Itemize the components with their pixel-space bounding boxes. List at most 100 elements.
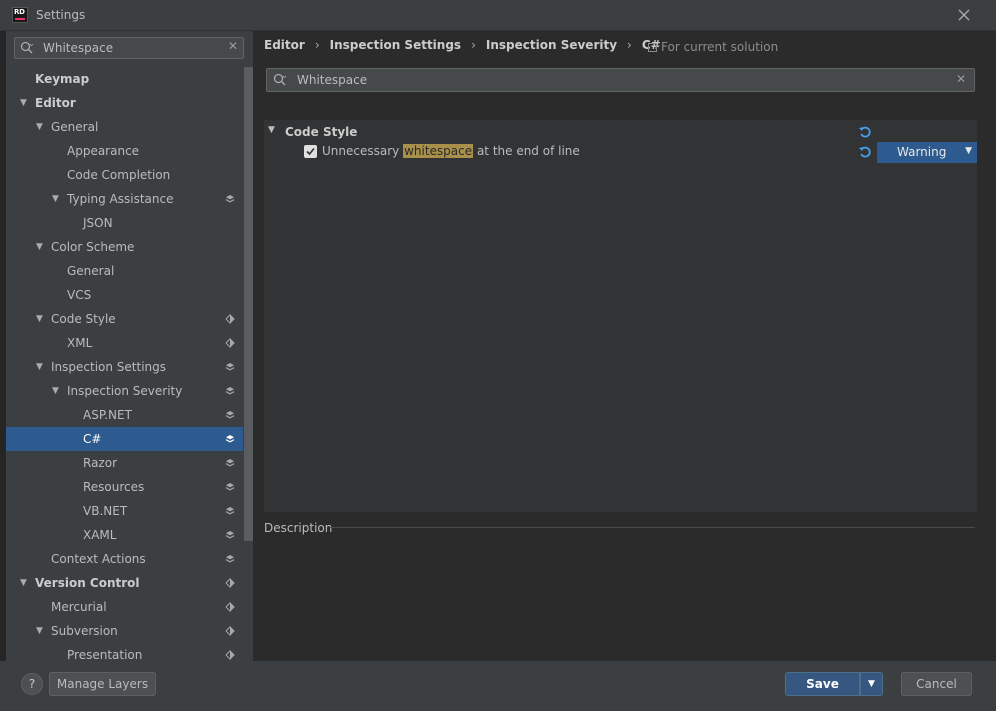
sidebar-item-label: Version Control [35,576,140,590]
sidebar-item-label: XAML [83,528,117,542]
layer-icon [225,531,235,539]
checkmark-icon [306,147,315,156]
layer-icon [225,483,235,491]
sidebar-item[interactable]: JSON [6,211,243,235]
sidebar-item-label: VB.NET [83,504,128,518]
inspection-group-row[interactable]: ▼ Code Style [264,122,977,142]
sidebar-item[interactable]: Appearance [6,139,243,163]
expand-arrow-icon[interactable]: ▼ [36,355,48,379]
expand-arrow-icon[interactable]: ▼ [36,115,48,139]
chevron-right-icon: › [471,38,476,52]
search-icon [273,73,287,86]
sidebar-item-label: Resources [83,480,145,494]
sidebar-item[interactable]: Code Completion [6,163,243,187]
breadcrumb-item[interactable]: Inspection Severity [486,38,617,52]
chevron-down-icon: ▼ [868,679,875,689]
layer-icon [225,459,235,467]
sidebar-item[interactable]: Resources [6,475,243,499]
sidebar-item[interactable]: ▼ Editor [6,91,243,115]
sidebar-item-label: General [51,120,99,134]
sidebar-item[interactable]: ▼ Subversion [6,619,243,643]
sidebar-item-label: General [67,264,115,278]
layer-icon [225,602,235,612]
inspection-search[interactable]: ✕ [266,68,975,92]
sidebar-item[interactable]: Keymap [6,67,243,91]
layer-icon [225,555,235,563]
sidebar-item[interactable]: ▼ Code Style [6,307,243,331]
sidebar-item[interactable]: ▼ Inspection Settings [6,355,243,379]
save-button[interactable]: Save [785,672,860,696]
sidebar-item[interactable]: ▼ Version Control [6,571,243,595]
inspection-checkbox[interactable] [304,145,317,158]
layer-icon [225,507,235,515]
sidebar-item-label: XML [67,336,93,350]
sidebar-item[interactable]: ▼ Typing Assistance [6,187,243,211]
expand-arrow-icon[interactable]: ▼ [20,571,32,595]
description-divider [330,527,975,528]
sidebar-item[interactable]: VB.NET [6,499,243,523]
manage-layers-button[interactable]: Manage Layers [49,672,156,696]
inspection-prefix: Unnecessary [322,144,404,158]
expand-arrow-icon[interactable]: ▼ [36,307,48,331]
sidebar-item[interactable]: C# [6,427,243,451]
cancel-button[interactable]: Cancel [901,672,972,696]
sidebar-item-label: Editor [35,96,76,110]
for-current-solution: For current solution [648,40,778,54]
reset-icon[interactable] [858,125,872,139]
sidebar-item[interactable]: VCS [6,283,243,307]
sidebar-item[interactable]: XML [6,331,243,355]
close-icon [958,9,970,21]
sidebar-item-label: Keymap [35,72,90,86]
inspection-item-row[interactable]: Unnecessary whitespace at the end of lin… [264,142,977,163]
scrollbar-thumb[interactable] [244,67,253,541]
chevron-right-icon: › [314,38,320,52]
sidebar-item-label: Code Completion [67,168,171,182]
sidebar-item-label: Color Scheme [51,240,135,254]
sidebar-search-input[interactable] [43,39,223,57]
sidebar-item-label: ASP.NET [83,408,132,422]
sidebar-item[interactable]: General [6,259,243,283]
search-icon [20,41,34,54]
sidebar-item[interactable]: Mercurial [6,595,243,619]
breadcrumb-item[interactable]: Inspection Settings [330,38,461,52]
sidebar-item-label: JSON [83,216,113,230]
for-solution-label: For current solution [661,40,779,54]
sidebar-item[interactable]: ▼ Color Scheme [6,235,243,259]
sidebar-item[interactable]: Context Actions [6,547,243,571]
expand-arrow-icon[interactable]: ▼ [268,125,275,135]
expand-arrow-icon[interactable]: ▼ [52,379,64,403]
inspection-search-input[interactable] [297,71,897,89]
inspection-group-label: Code Style [285,125,358,139]
sidebar-item-label: Inspection Severity [67,384,183,398]
layer-icon [225,578,235,588]
close-button[interactable] [954,4,974,26]
sidebar-item[interactable]: ASP.NET [6,403,243,427]
sidebar-scrollbar[interactable] [244,67,253,661]
sidebar-item-label: Subversion [51,624,118,638]
reset-icon[interactable] [858,145,872,159]
save-options-button[interactable]: ▼ [860,672,883,696]
sidebar-item[interactable]: ▼ General [6,115,243,139]
layer-icon [225,411,235,419]
expand-arrow-icon[interactable]: ▼ [52,187,64,211]
help-button[interactable]: ? [21,673,43,695]
expand-arrow-icon[interactable]: ▼ [20,91,32,115]
app-logo-text: RD [14,8,25,16]
breadcrumb-item[interactable]: Editor [264,38,305,52]
sidebar-item[interactable]: XAML [6,523,243,547]
window-title: Settings [36,8,86,22]
clear-icon[interactable]: ✕ [228,39,238,53]
settings-tree: Keymap ▼ Editor ▼ General Appearance Code Comp… [6,67,243,667]
sidebar-item-label: Razor [83,456,118,470]
expand-arrow-icon[interactable]: ▼ [36,619,48,643]
sidebar-item-label: Typing Assistance [67,192,174,206]
dialog-footer: ? Manage Layers Save ▼ Cancel [0,661,996,711]
severity-dropdown[interactable]: Warning ▼ [877,142,977,163]
sidebar-item[interactable]: Razor [6,451,243,475]
expand-arrow-icon[interactable]: ▼ [36,235,48,259]
layer-icon [225,338,235,348]
sidebar-item[interactable]: ▼ Inspection Severity [6,379,243,403]
sidebar-search[interactable]: ✕ [14,37,244,59]
clear-icon[interactable]: ✕ [956,72,966,86]
sidebar-item-label: C# [83,432,102,446]
